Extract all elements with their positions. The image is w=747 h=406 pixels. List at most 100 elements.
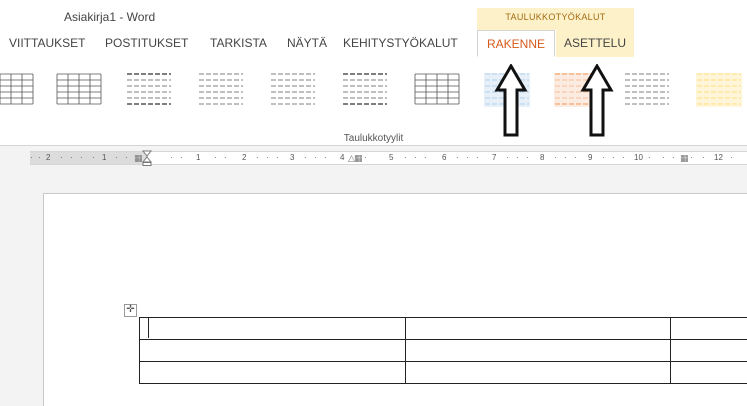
ruler-tick: · [730, 152, 733, 164]
table-column-marker-icon[interactable]: ▦ [134, 152, 143, 164]
table-style-thumbnail[interactable] [124, 69, 174, 119]
table-style-thumbnail[interactable] [340, 69, 390, 119]
tab-asettelu[interactable]: ASETTELU [556, 30, 634, 57]
ruler-tick: · [506, 152, 509, 164]
table-cell[interactable] [670, 362, 747, 384]
ruler-bar: ▦ △ ▦ ▦ 211234567891012·················… [0, 146, 747, 168]
ruler-tick: · [354, 152, 357, 164]
ruler-tick: · [466, 152, 469, 164]
ruler-tick: · [180, 152, 183, 164]
ruler-tick: · [38, 152, 41, 164]
ruler-tick: · [304, 152, 307, 164]
ruler-tick: · [414, 152, 417, 164]
ruler-number: 8 [540, 152, 544, 164]
table-style-preview-icon [0, 69, 36, 119]
ruler-number: 4 [340, 152, 344, 164]
table-cell[interactable] [670, 340, 747, 362]
ruler-tick: · [662, 152, 665, 164]
ribbon-tabs: VIITTAUKSET POSTITUKSET TARKISTA NÄYTÄ K… [0, 30, 747, 58]
ruler-tick: · [702, 152, 705, 164]
ruler-tick: · [314, 152, 317, 164]
ruler-number: 6 [442, 152, 446, 164]
tab-kehitystyokalut[interactable]: KEHITYSTYÖKALUT [343, 30, 458, 57]
table-style-thumbnail[interactable] [622, 69, 672, 119]
ruler-tick: · [92, 152, 95, 164]
ruler-tick: · [324, 152, 327, 164]
ruler-tick: · [364, 152, 367, 164]
ruler-tick: · [622, 152, 625, 164]
ruler-tick: · [276, 152, 279, 164]
ruler-tick: · [214, 152, 217, 164]
tab-viittaukset[interactable]: VIITTAUKSET [9, 30, 85, 57]
ruler-number: 1 [102, 152, 106, 164]
table-styles-gallery [0, 69, 747, 121]
indent-marker-icon[interactable] [142, 150, 152, 166]
table-row [140, 340, 747, 362]
ruler-number: 12 [714, 152, 723, 164]
ruler-number: 1 [196, 152, 200, 164]
table-cell[interactable] [140, 362, 406, 384]
table-style-thumbnail[interactable] [412, 69, 462, 119]
table-column-marker-icon[interactable]: ▦ [680, 152, 689, 164]
ruler-tick: · [612, 152, 615, 164]
ruler-tick: · [456, 152, 459, 164]
ruler-number: 9 [588, 152, 592, 164]
ruler-tick: · [266, 152, 269, 164]
table-row [140, 362, 747, 384]
table-styles-group-label: Taulukkotyylit [0, 133, 747, 144]
ruler-number: 3 [290, 152, 294, 164]
table-style-preview-icon [268, 69, 318, 119]
ruler-number: 7 [492, 152, 496, 164]
tab-nayta[interactable]: NÄYTÄ [287, 30, 327, 57]
table-cell[interactable] [405, 340, 670, 362]
ruler-tick: · [690, 152, 693, 164]
document-title: Asiakirja1 - Word [64, 10, 155, 24]
ruler-tick: · [80, 152, 83, 164]
table-cell[interactable] [405, 318, 670, 340]
table-style-preview-icon [622, 69, 672, 119]
table-style-preview-icon [54, 69, 104, 119]
table-style-preview-icon [340, 69, 390, 119]
table-cell[interactable] [140, 318, 406, 340]
table-cell[interactable] [405, 362, 670, 384]
table-cell[interactable] [140, 340, 406, 362]
ruler-tick: · [125, 152, 128, 164]
ruler-number: 10 [634, 152, 643, 164]
ruler-tick: · [554, 152, 557, 164]
ruler-tick: · [30, 152, 33, 164]
table-style-thumbnail[interactable] [268, 69, 318, 119]
document-table[interactable] [139, 317, 747, 384]
table-style-thumbnail[interactable] [694, 69, 744, 119]
table-style-thumbnail[interactable] [54, 69, 104, 119]
ruler-tick: · [476, 152, 479, 164]
ruler-tick: · [602, 152, 605, 164]
tab-postitukset[interactable]: POSTITUKSET [105, 30, 188, 57]
ruler-tick: · [256, 152, 259, 164]
ruler-number: 5 [389, 152, 393, 164]
ruler-tick: · [564, 152, 567, 164]
document-page[interactable]: ✛ [43, 193, 747, 406]
table-style-thumbnail[interactable] [0, 69, 36, 119]
ruler-tick: · [115, 152, 118, 164]
tab-tarkista[interactable]: TARKISTA [210, 30, 267, 57]
table-cell[interactable] [670, 318, 747, 340]
tab-rakenne[interactable]: RAKENNE [477, 30, 555, 57]
table-style-preview-icon [412, 69, 462, 119]
table-move-handle-icon[interactable]: ✛ [124, 304, 137, 317]
table-style-preview-icon [124, 69, 174, 119]
ruler-tick: · [526, 152, 529, 164]
table-style-thumbnail[interactable] [196, 69, 246, 119]
ruler-tick: · [404, 152, 407, 164]
horizontal-ruler[interactable]: ▦ △ ▦ ▦ 211234567891012·················… [30, 151, 747, 165]
arrow-up-icon [580, 64, 614, 138]
ruler-number: 2 [242, 152, 246, 164]
table-tools-label: TAULUKKOTYÖKALUT [477, 12, 634, 22]
text-cursor [148, 318, 149, 338]
ruler-tick: · [672, 152, 675, 164]
ruler-tick: · [70, 152, 73, 164]
ruler-tick: · [424, 152, 427, 164]
ruler-tick: · [574, 152, 577, 164]
title-bar: Asiakirja1 - Word TAULUKKOTYÖKALUT [0, 0, 747, 30]
arrow-up-icon [494, 64, 528, 138]
ruler-tick: · [60, 152, 63, 164]
